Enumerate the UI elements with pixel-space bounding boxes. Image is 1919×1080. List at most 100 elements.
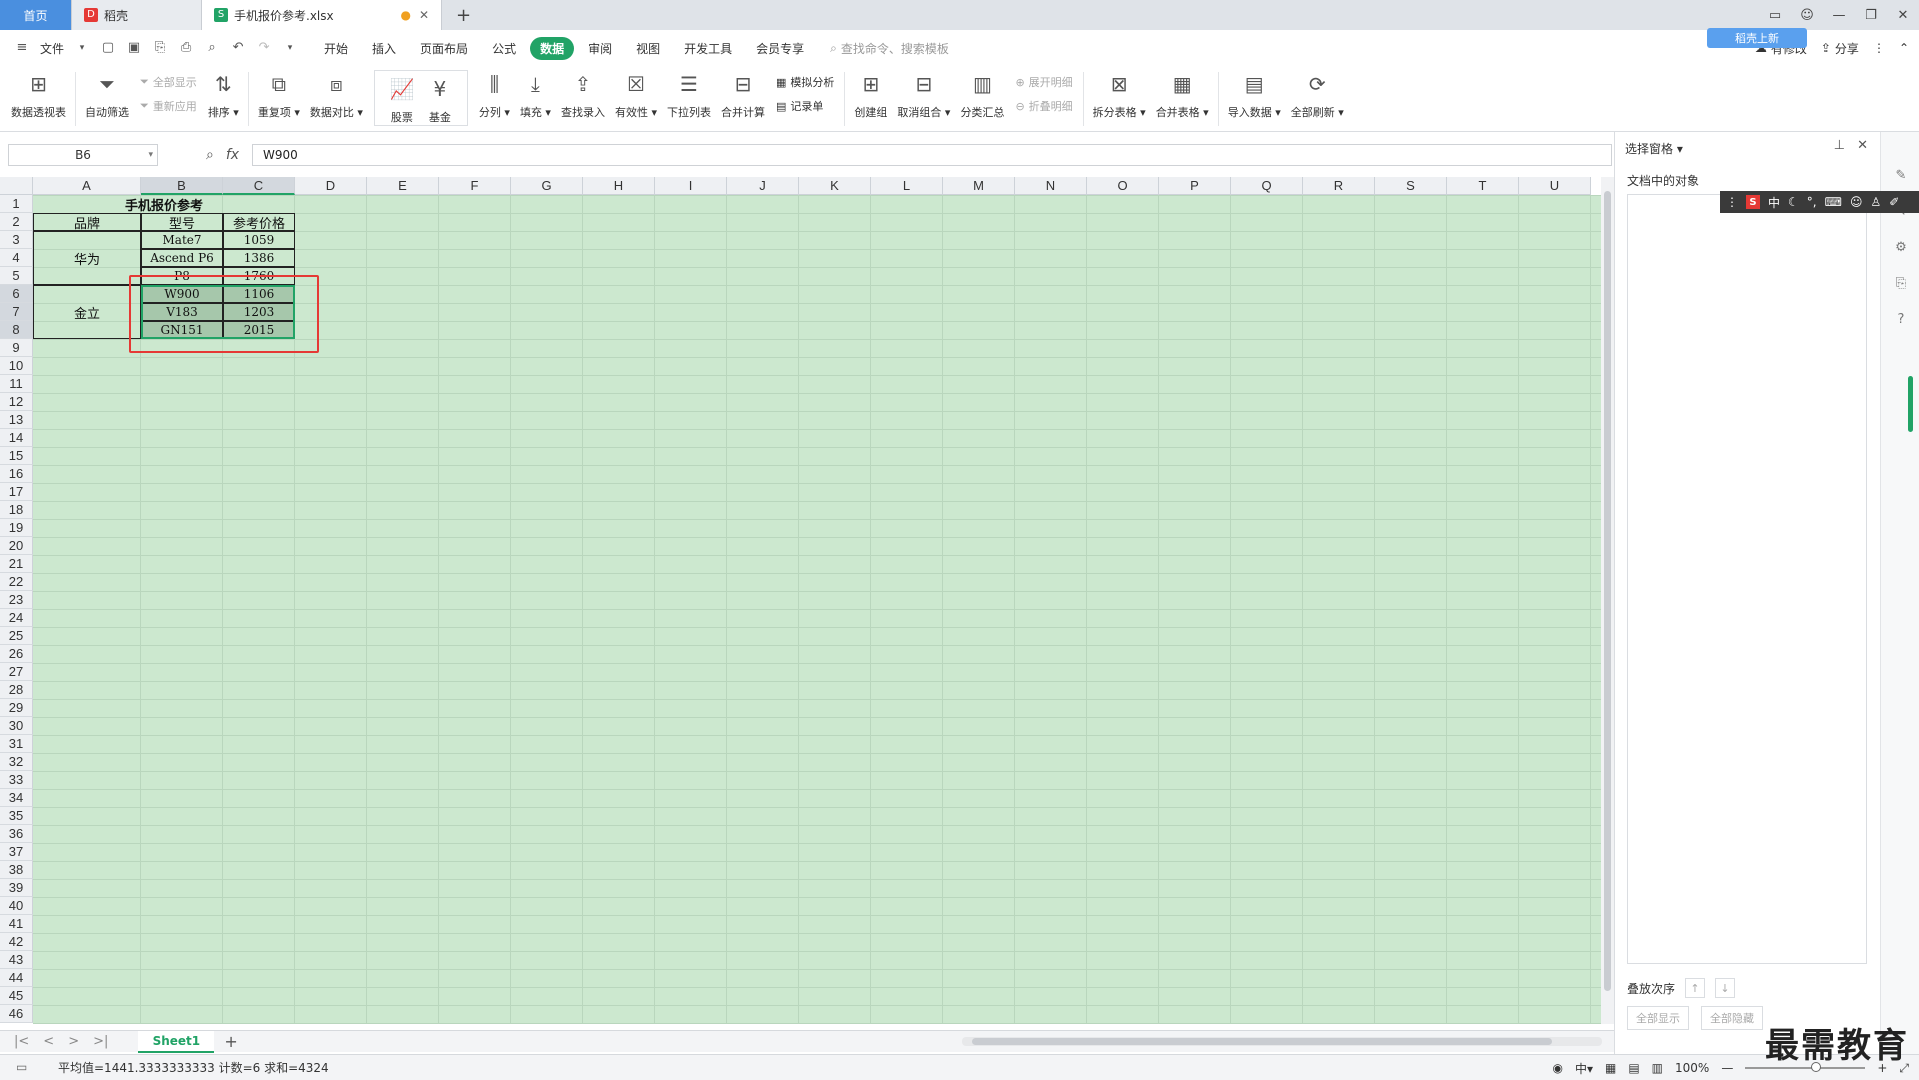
row-header-4[interactable]: 4 xyxy=(0,249,33,267)
row-header-31[interactable]: 31 xyxy=(0,735,33,753)
column-header-n[interactable]: N xyxy=(1015,177,1087,195)
cell-brand[interactable]: 华为 xyxy=(33,231,141,285)
last-sheet-icon[interactable]: >| xyxy=(93,1034,108,1049)
row-header-43[interactable]: 43 xyxy=(0,951,33,969)
send-backward-icon[interactable]: ↓ xyxy=(1715,978,1736,998)
whatif-button[interactable]: ▦ 模拟分析 xyxy=(776,74,834,90)
row-header-25[interactable]: 25 xyxy=(0,627,33,645)
fill-button[interactable]: ⤓ 填充 ▾ xyxy=(520,70,551,120)
settings-sliders-icon[interactable]: ⚙ xyxy=(1893,240,1909,256)
show-all-objects-button[interactable]: 全部显示 xyxy=(1627,1006,1689,1030)
row-header-34[interactable]: 34 xyxy=(0,789,33,807)
column-header-k[interactable]: K xyxy=(799,177,871,195)
layout-icon[interactable]: ▭ xyxy=(1759,8,1791,23)
formula-input[interactable]: W900 xyxy=(252,144,1612,166)
input-mode-icon[interactable]: 中▾ xyxy=(1575,1060,1593,1077)
collapse-detail-button[interactable]: ⊖ 折叠明细 xyxy=(1015,98,1072,114)
row-header-18[interactable]: 18 xyxy=(0,501,33,519)
data-compare-button[interactable]: ⧈ 数据对比 ▾ xyxy=(310,70,363,120)
row-header-28[interactable]: 28 xyxy=(0,681,33,699)
column-header-a[interactable]: A xyxy=(33,177,141,195)
cell-price[interactable]: 1386 xyxy=(223,249,295,267)
column-header-o[interactable]: O xyxy=(1087,177,1159,195)
record-form-button[interactable]: ▤ 记录单 xyxy=(776,98,834,114)
row-header-23[interactable]: 23 xyxy=(0,591,33,609)
first-sheet-icon[interactable]: |< xyxy=(14,1034,29,1049)
row-header-33[interactable]: 33 xyxy=(0,771,33,789)
zoom-level[interactable]: 100% xyxy=(1675,1061,1709,1075)
row-header-9[interactable]: 9 xyxy=(0,339,33,357)
column-header-t[interactable]: T xyxy=(1447,177,1519,195)
promo-badge[interactable]: 稻壳上新 xyxy=(1707,28,1807,48)
reapply-button[interactable]: ⏷ 重新应用 xyxy=(140,98,197,114)
column-header-b[interactable]: B xyxy=(141,177,223,195)
moon-icon[interactable]: ☾ xyxy=(1788,195,1799,209)
column-header-d[interactable]: D xyxy=(295,177,367,195)
close-tab-icon[interactable]: ✕ xyxy=(419,8,429,22)
bring-forward-icon[interactable]: ↑ xyxy=(1685,978,1706,998)
column-header-p[interactable]: P xyxy=(1159,177,1231,195)
row-header-10[interactable]: 10 xyxy=(0,357,33,375)
row-header-22[interactable]: 22 xyxy=(0,573,33,591)
eye-protection-icon[interactable]: ◉ xyxy=(1552,1061,1562,1075)
export-icon[interactable]: ⎘ xyxy=(152,40,168,56)
tab-review[interactable]: 审阅 xyxy=(578,37,622,60)
sogou-icon[interactable]: S xyxy=(1746,195,1760,209)
cell-model[interactable]: Ascend P6 xyxy=(141,249,223,267)
backup-icon[interactable]: ⎘ xyxy=(1893,276,1909,292)
row-header-36[interactable]: 36 xyxy=(0,825,33,843)
dropdown-list-button[interactable]: ☰ 下拉列表 xyxy=(667,70,711,120)
cell-title[interactable]: 手机报价参考 xyxy=(33,195,295,214)
redo-icon[interactable]: ↷ xyxy=(256,40,272,56)
punctuation-icon[interactable]: °, xyxy=(1807,195,1817,209)
column-header-e[interactable]: E xyxy=(367,177,439,195)
user-avatar-icon[interactable]: ☺ xyxy=(1791,8,1823,23)
create-group-button[interactable]: ⊞ 创建组 xyxy=(854,70,887,120)
cell-brand[interactable]: 金立 xyxy=(33,285,141,339)
row-header-8[interactable]: 8 xyxy=(0,321,33,339)
hamburger-icon[interactable]: ≡ xyxy=(14,40,30,56)
merge-table-button[interactable]: ▦ 合并表格 ▾ xyxy=(1156,70,1209,120)
row-header-16[interactable]: 16 xyxy=(0,465,33,483)
column-header-q[interactable]: Q xyxy=(1231,177,1303,195)
command-search[interactable]: ⌕ 查找命令、搜索模板 xyxy=(830,40,949,57)
row-header-40[interactable]: 40 xyxy=(0,897,33,915)
horizontal-scroll-thumb[interactable] xyxy=(972,1038,1552,1045)
row-header-24[interactable]: 24 xyxy=(0,609,33,627)
row-header-17[interactable]: 17 xyxy=(0,483,33,501)
row-header-27[interactable]: 27 xyxy=(0,663,33,681)
next-sheet-icon[interactable]: > xyxy=(68,1034,79,1049)
column-header-c[interactable]: C xyxy=(223,177,295,195)
page-layout-view-icon[interactable]: ▤ xyxy=(1628,1061,1639,1075)
row-header-32[interactable]: 32 xyxy=(0,753,33,771)
row-header-41[interactable]: 41 xyxy=(0,915,33,933)
file-menu[interactable]: 文件 xyxy=(40,40,64,57)
keyboard-icon[interactable]: ⌨ xyxy=(1825,195,1842,209)
tab-member[interactable]: 会员专享 xyxy=(746,37,814,60)
tab-start[interactable]: 开始 xyxy=(314,37,358,60)
row-header-11[interactable]: 11 xyxy=(0,375,33,393)
help-icon[interactable]: ? xyxy=(1893,312,1909,328)
row-header-15[interactable]: 15 xyxy=(0,447,33,465)
tab-workbook[interactable]: S 手机报价参考.xlsx ● ✕ xyxy=(202,0,442,30)
vertical-scrollbar[interactable] xyxy=(1601,177,1614,1024)
column-header-s[interactable]: S xyxy=(1375,177,1447,195)
row-header-44[interactable]: 44 xyxy=(0,969,33,987)
row-header-12[interactable]: 12 xyxy=(0,393,33,411)
select-all-corner[interactable] xyxy=(0,177,33,195)
tab-data[interactable]: 数据 xyxy=(530,36,575,60)
row-header-6[interactable]: 6 xyxy=(0,285,33,303)
new-file-icon[interactable]: ▢ xyxy=(100,40,116,56)
tab-view[interactable]: 视图 xyxy=(626,37,670,60)
column-header-l[interactable]: L xyxy=(871,177,943,195)
pin-icon[interactable]: ⊥ xyxy=(1834,138,1845,153)
hide-all-objects-button[interactable]: 全部隐藏 xyxy=(1701,1006,1763,1030)
share-button[interactable]: ⇪ 分享 xyxy=(1821,40,1859,57)
close-pane-icon[interactable]: ✕ xyxy=(1857,138,1868,153)
ime-lang[interactable]: 中 xyxy=(1768,194,1780,211)
tab-developer[interactable]: 开发工具 xyxy=(674,37,742,60)
chevron-down-icon[interactable]: ▾ xyxy=(148,150,153,160)
pivot-table-button[interactable]: ⊞ 数据透视表 xyxy=(11,70,66,120)
import-data-button[interactable]: ▤ 导入数据 ▾ xyxy=(1228,70,1281,120)
fx-icon[interactable]: fx xyxy=(226,147,239,163)
